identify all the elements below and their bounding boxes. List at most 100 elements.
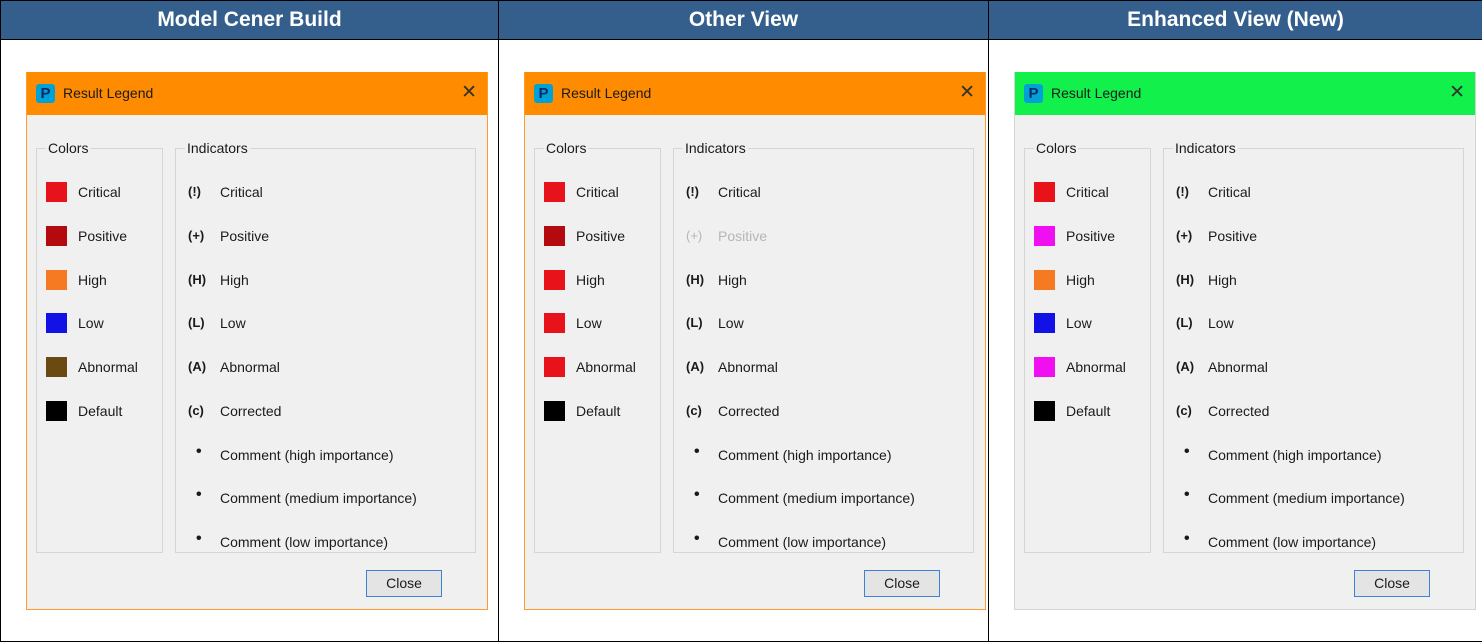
color-label: Positive [78, 228, 127, 244]
indicator-label: Critical [220, 184, 263, 200]
indicator-label: Abnormal [718, 359, 778, 375]
indicator-label: Positive [718, 228, 767, 244]
indicator-label: Comment (medium importance) [220, 490, 417, 506]
column-header-model-center-build: Model Cener Build [1, 1, 499, 40]
color-label: High [576, 272, 605, 288]
close-icon[interactable]: ✕ [959, 81, 975, 103]
color-swatch [1034, 357, 1055, 377]
indicator-symbol: (L) [188, 315, 205, 330]
colors-group-label: Colors [46, 140, 90, 156]
indicator-symbol: (+) [1176, 228, 1192, 243]
dialog-title: Result Legend [561, 85, 651, 101]
indicators-group-label: Indicators [1173, 140, 1238, 156]
indicator-label: Critical [718, 184, 761, 200]
indicators-group: Indicators (!)Critical(+)Positive(H)High… [673, 140, 974, 553]
indicator-symbol: (A) [1176, 359, 1194, 374]
color-label: Positive [576, 228, 625, 244]
color-label: Low [576, 315, 602, 331]
color-swatch [544, 401, 565, 421]
color-swatch [544, 357, 565, 377]
indicator-label: Positive [220, 228, 269, 244]
color-swatch [46, 357, 67, 377]
app-logo-icon: P [1024, 84, 1043, 103]
close-icon[interactable]: ✕ [1449, 81, 1465, 103]
indicator-symbol: • [1184, 530, 1190, 548]
indicator-symbol: (L) [1176, 315, 1193, 330]
indicator-symbol: (+) [686, 228, 702, 243]
indicator-symbol: • [694, 530, 700, 548]
indicator-label: Low [220, 315, 246, 331]
indicator-symbol: (!) [1176, 184, 1189, 199]
indicator-label: Abnormal [220, 359, 280, 375]
indicator-label: Comment (medium importance) [1208, 490, 1405, 506]
color-swatch [544, 182, 565, 202]
indicators-group: Indicators (!)Critical(+)Positive(H)High… [1163, 140, 1464, 553]
color-label: Low [78, 315, 104, 331]
color-swatch [544, 313, 565, 333]
indicator-label: High [220, 272, 249, 288]
indicator-symbol: (!) [188, 184, 201, 199]
indicator-symbol: (H) [686, 272, 704, 287]
color-label: High [78, 272, 107, 288]
column-header-other-view: Other View [499, 1, 989, 40]
indicator-label: Comment (low importance) [718, 534, 886, 550]
color-label: Positive [1066, 228, 1115, 244]
indicator-symbol: • [694, 486, 700, 504]
result-legend-dialog: P Result Legend ✕ Colors Critical Positiv… [524, 72, 986, 610]
color-label: Low [1066, 315, 1092, 331]
indicator-symbol: • [1184, 443, 1190, 461]
indicator-symbol: (+) [188, 228, 204, 243]
color-label: Default [1066, 403, 1110, 419]
color-label: Critical [1066, 184, 1109, 200]
indicator-symbol: (!) [686, 184, 699, 199]
indicator-label: Comment (medium importance) [718, 490, 915, 506]
indicator-symbol: (c) [1176, 403, 1192, 418]
indicator-label: Low [718, 315, 744, 331]
indicator-label: Comment (low importance) [1208, 534, 1376, 550]
indicator-label: Comment (high importance) [220, 447, 394, 463]
dialog-titlebar[interactable]: P Result Legend ✕ [27, 72, 487, 115]
dialog-title: Result Legend [1051, 85, 1141, 101]
indicator-label: Low [1208, 315, 1234, 331]
close-button[interactable]: Close [864, 570, 940, 597]
dialog-titlebar[interactable]: P Result Legend ✕ [525, 72, 985, 115]
column-header-enhanced-view: Enhanced View (New) [989, 1, 1482, 40]
color-label: Abnormal [78, 359, 138, 375]
color-swatch [46, 401, 67, 421]
colors-group-label: Colors [544, 140, 588, 156]
indicator-label: Corrected [718, 403, 779, 419]
indicator-label: Comment (high importance) [718, 447, 892, 463]
result-legend-dialog: P Result Legend ✕ Colors Critical Positiv… [1014, 72, 1476, 610]
panel-cell: P Result Legend ✕ Colors Critical Positiv… [989, 40, 1482, 642]
color-label: Default [576, 403, 620, 419]
indicator-symbol: • [196, 443, 202, 461]
indicator-symbol: (L) [686, 315, 703, 330]
color-swatch [1034, 182, 1055, 202]
close-button[interactable]: Close [1354, 570, 1430, 597]
indicator-label: Corrected [1208, 403, 1269, 419]
color-label: Critical [576, 184, 619, 200]
close-button[interactable]: Close [366, 570, 442, 597]
app-logo-icon: P [36, 84, 55, 103]
result-legend-dialog: P Result Legend ✕ Colors Critical Positiv… [26, 72, 488, 610]
dialog-titlebar[interactable]: P Result Legend ✕ [1015, 72, 1475, 115]
color-swatch [544, 226, 565, 246]
indicators-group-label: Indicators [185, 140, 250, 156]
indicator-symbol: (A) [686, 359, 704, 374]
indicator-symbol: • [196, 486, 202, 504]
indicators-group-label: Indicators [683, 140, 748, 156]
indicator-label: Corrected [220, 403, 281, 419]
close-icon[interactable]: ✕ [461, 81, 477, 103]
indicators-group: Indicators (!) Critical (+) Positive (H) High… [175, 140, 476, 553]
color-label: Default [78, 403, 122, 419]
color-label: Critical [78, 184, 121, 200]
colors-group-label: Colors [1034, 140, 1078, 156]
colors-group: Colors CriticalPositiveHighLowAbnormalDe… [1024, 140, 1151, 553]
indicator-symbol: • [196, 530, 202, 548]
color-label: Abnormal [576, 359, 636, 375]
color-swatch [1034, 226, 1055, 246]
color-label: High [1066, 272, 1095, 288]
indicator-symbol: (H) [188, 272, 206, 287]
indicator-label: Critical [1208, 184, 1251, 200]
color-swatch [1034, 313, 1055, 333]
